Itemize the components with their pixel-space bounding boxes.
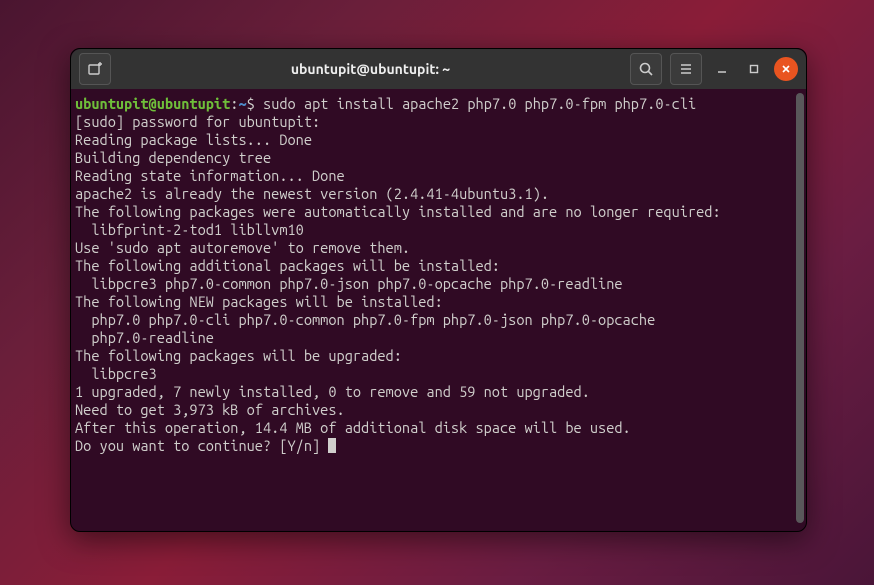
output-line: Building dependency tree bbox=[75, 149, 271, 166]
titlebar-right bbox=[630, 53, 798, 85]
output-line: php7.0 php7.0-cli php7.0-common php7.0-f… bbox=[75, 311, 655, 328]
desktop-background: ubuntupit@ubuntupit: ~ bbox=[0, 0, 874, 585]
scrollbar[interactable] bbox=[796, 93, 804, 523]
command-text: sudo apt install apache2 php7.0 php7.0-f… bbox=[263, 95, 696, 112]
output-line: Reading state information... Done bbox=[75, 167, 345, 184]
output-line: Need to get 3,973 kB of archives. bbox=[75, 401, 345, 418]
minimize-icon bbox=[716, 63, 728, 75]
terminal-window: ubuntupit@ubuntupit: ~ bbox=[70, 48, 807, 532]
prompt-symbol: $ bbox=[247, 95, 255, 112]
close-icon bbox=[781, 64, 791, 74]
menu-button[interactable] bbox=[670, 53, 702, 85]
output-line: [sudo] password for ubuntupit: bbox=[75, 113, 320, 130]
cursor bbox=[328, 438, 336, 453]
search-button[interactable] bbox=[630, 53, 662, 85]
output-line: 1 upgraded, 7 newly installed, 0 to remo… bbox=[75, 383, 590, 400]
terminal-body[interactable]: ubuntupit@ubuntupit:~$ sudo apt install … bbox=[71, 89, 806, 531]
output-line: Do you want to continue? [Y/n] bbox=[75, 437, 328, 454]
maximize-icon bbox=[748, 63, 760, 75]
output-line: Use 'sudo apt autoremove' to remove them… bbox=[75, 239, 410, 256]
output-line: libpcre3 bbox=[75, 365, 157, 382]
output-line: After this operation, 14.4 MB of additio… bbox=[75, 419, 631, 436]
output-line: php7.0-readline bbox=[75, 329, 214, 346]
maximize-button[interactable] bbox=[742, 57, 766, 81]
prompt-path: ~ bbox=[238, 95, 246, 112]
output-line: The following packages were automaticall… bbox=[75, 203, 721, 220]
new-tab-button[interactable] bbox=[79, 53, 111, 85]
output-line: libfprint-2-tod1 libllvm10 bbox=[75, 221, 304, 238]
minimize-button[interactable] bbox=[710, 57, 734, 81]
titlebar[interactable]: ubuntupit@ubuntupit: ~ bbox=[71, 49, 806, 89]
prompt-user-host: ubuntupit@ubuntupit bbox=[75, 95, 230, 112]
menu-icon bbox=[678, 61, 694, 77]
output-line: libpcre3 php7.0-common php7.0-json php7.… bbox=[75, 275, 623, 292]
search-icon bbox=[638, 61, 654, 77]
output-line: Reading package lists... Done bbox=[75, 131, 312, 148]
output-line: apache2 is already the newest version (2… bbox=[75, 185, 549, 202]
output-line: The following NEW packages will be insta… bbox=[75, 293, 443, 310]
output-line: The following packages will be upgraded: bbox=[75, 347, 402, 364]
terminal-content: ubuntupit@ubuntupit:~$ sudo apt install … bbox=[75, 95, 796, 455]
close-button[interactable] bbox=[774, 57, 798, 81]
new-tab-icon bbox=[87, 61, 103, 77]
output-line: The following additional packages will b… bbox=[75, 257, 500, 274]
window-title: ubuntupit@ubuntupit: ~ bbox=[119, 61, 622, 77]
